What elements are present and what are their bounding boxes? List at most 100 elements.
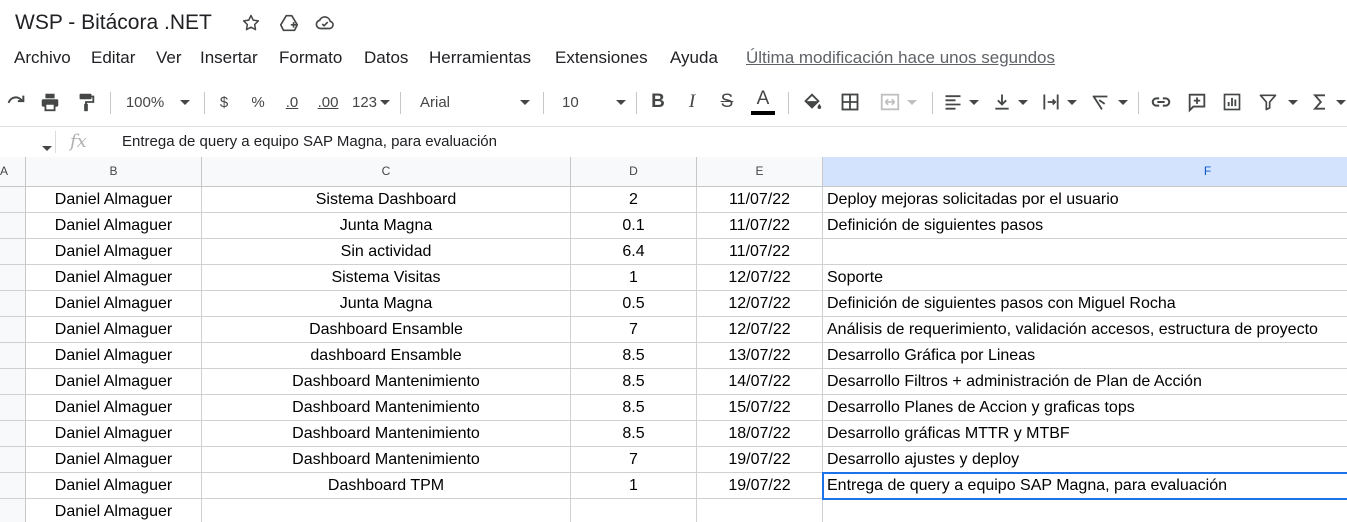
cell-e[interactable]: 19/07/22 bbox=[697, 473, 823, 499]
fill-color-icon[interactable] bbox=[798, 82, 826, 122]
vertical-align-icon[interactable] bbox=[990, 82, 1030, 122]
menu-extensiones[interactable]: Extensiones bbox=[555, 48, 648, 68]
cell-a[interactable] bbox=[0, 291, 26, 317]
cell-f[interactable] bbox=[823, 499, 1347, 522]
cell-c[interactable]: Junta Magna bbox=[202, 213, 571, 239]
cell-e[interactable]: 11/07/22 bbox=[697, 239, 823, 265]
cell-a[interactable] bbox=[0, 343, 26, 369]
zoom-select[interactable]: 100% bbox=[120, 82, 196, 122]
italic-button[interactable]: I bbox=[680, 82, 704, 122]
cell-c[interactable]: Sistema Dashboard bbox=[202, 187, 571, 213]
cell-d[interactable]: 1 bbox=[571, 265, 697, 291]
cell-b[interactable]: Daniel Almaguer bbox=[26, 343, 202, 369]
more-formats-button[interactable]: 123 bbox=[349, 82, 393, 122]
cell-a[interactable] bbox=[0, 187, 26, 213]
cell-c[interactable]: Dashboard Ensamble bbox=[202, 317, 571, 343]
cell-b[interactable]: Daniel Almaguer bbox=[26, 473, 202, 499]
cell-b[interactable]: Daniel Almaguer bbox=[26, 499, 202, 522]
font-family-select[interactable]: Arial bbox=[410, 82, 534, 122]
strikethrough-button[interactable]: S bbox=[714, 82, 740, 122]
menu-formato[interactable]: Formato bbox=[279, 48, 342, 68]
star-icon[interactable] bbox=[240, 12, 262, 34]
cloud-saved-icon[interactable] bbox=[314, 12, 336, 34]
cell-e[interactable] bbox=[697, 499, 823, 522]
cell-a[interactable] bbox=[0, 447, 26, 473]
cell-d[interactable]: 6.4 bbox=[571, 239, 697, 265]
cell-e[interactable]: 11/07/22 bbox=[697, 187, 823, 213]
cell-e[interactable]: 15/07/22 bbox=[697, 395, 823, 421]
cell-d[interactable]: 7 bbox=[571, 447, 697, 473]
cell-d[interactable]: 1 bbox=[571, 473, 697, 499]
cell-d[interactable]: 2 bbox=[571, 187, 697, 213]
move-to-drive-icon[interactable] bbox=[278, 12, 300, 34]
column-header-f[interactable]: F bbox=[823, 157, 1347, 186]
cell-b[interactable]: Daniel Almaguer bbox=[26, 187, 202, 213]
menu-herramientas[interactable]: Herramientas bbox=[429, 48, 531, 68]
formula-input[interactable]: Entrega de query a equipo SAP Magna, par… bbox=[122, 133, 497, 150]
cell-a[interactable] bbox=[0, 239, 26, 265]
increase-decimals-button[interactable]: .00 bbox=[313, 82, 343, 122]
borders-icon[interactable] bbox=[836, 82, 864, 122]
cell-b[interactable]: Daniel Almaguer bbox=[26, 447, 202, 473]
cell-b[interactable]: Daniel Almaguer bbox=[26, 317, 202, 343]
cell-d[interactable]: 8.5 bbox=[571, 369, 697, 395]
font-size-select[interactable]: 10 bbox=[552, 82, 628, 122]
redo-icon[interactable] bbox=[2, 82, 30, 122]
cell-e[interactable]: 14/07/22 bbox=[697, 369, 823, 395]
percent-format-button[interactable]: % bbox=[246, 82, 270, 122]
bold-button[interactable]: B bbox=[646, 82, 670, 122]
cell-b[interactable]: Daniel Almaguer bbox=[26, 265, 202, 291]
text-rotation-icon[interactable] bbox=[1088, 82, 1130, 122]
cell-c[interactable]: Dashboard Mantenimiento bbox=[202, 395, 571, 421]
cell-a[interactable] bbox=[0, 421, 26, 447]
cell-a[interactable] bbox=[0, 473, 26, 499]
cell-f[interactable]: Desarrollo Planes de Accion y graficas t… bbox=[823, 395, 1347, 421]
paint-format-icon[interactable] bbox=[72, 82, 100, 122]
cell-b[interactable]: Daniel Almaguer bbox=[26, 291, 202, 317]
cell-a[interactable] bbox=[0, 265, 26, 291]
cell-e[interactable]: 19/07/22 bbox=[697, 447, 823, 473]
cell-a[interactable] bbox=[0, 499, 26, 522]
cell-f[interactable] bbox=[823, 239, 1347, 265]
last-edit-link[interactable]: Última modificación hace unos segundos bbox=[746, 48, 1055, 68]
name-box-dropdown[interactable] bbox=[36, 138, 52, 156]
cell-d[interactable]: 8.5 bbox=[571, 421, 697, 447]
cell-d[interactable]: 8.5 bbox=[571, 343, 697, 369]
filter-icon[interactable] bbox=[1254, 82, 1302, 122]
cell-f[interactable]: Desarrollo gráficas MTTR y MTBF bbox=[823, 421, 1347, 447]
document-title[interactable]: WSP - Bitácora .NET bbox=[15, 11, 212, 35]
cell-f[interactable]: Desarrollo ajustes y deploy bbox=[823, 447, 1347, 473]
insert-link-icon[interactable] bbox=[1147, 82, 1175, 122]
column-header-b[interactable]: B bbox=[26, 157, 202, 186]
cell-c[interactable]: Dashboard TPM bbox=[202, 473, 571, 499]
cell-c[interactable]: Dashboard Mantenimiento bbox=[202, 369, 571, 395]
cell-d[interactable] bbox=[571, 499, 697, 522]
menu-archivo[interactable]: Archivo bbox=[14, 48, 71, 68]
cell-b[interactable]: Daniel Almaguer bbox=[26, 395, 202, 421]
cell-f[interactable]: Soporte bbox=[823, 265, 1347, 291]
cell-b[interactable]: Daniel Almaguer bbox=[26, 369, 202, 395]
cell-e[interactable]: 18/07/22 bbox=[697, 421, 823, 447]
cell-f[interactable]: Entrega de query a equipo SAP Magna, par… bbox=[823, 473, 1347, 499]
cell-d[interactable]: 0.5 bbox=[571, 291, 697, 317]
cell-b[interactable]: Daniel Almaguer bbox=[26, 213, 202, 239]
currency-format-button[interactable]: $ bbox=[212, 82, 236, 122]
cell-f[interactable]: Deploy mejoras solicitadas por el usuari… bbox=[823, 187, 1347, 213]
column-header-c[interactable]: C bbox=[202, 157, 571, 186]
menu-datos[interactable]: Datos bbox=[364, 48, 408, 68]
cell-a[interactable] bbox=[0, 395, 26, 421]
column-header-d[interactable]: D bbox=[571, 157, 697, 186]
print-icon[interactable] bbox=[36, 82, 64, 122]
cell-e[interactable]: 11/07/22 bbox=[697, 213, 823, 239]
menu-ver[interactable]: Ver bbox=[156, 48, 182, 68]
menu-editar[interactable]: Editar bbox=[91, 48, 135, 68]
cell-c[interactable]: Dashboard Mantenimiento bbox=[202, 447, 571, 473]
cell-e[interactable]: 12/07/22 bbox=[697, 265, 823, 291]
cell-c[interactable]: Sistema Visitas bbox=[202, 265, 571, 291]
cell-a[interactable] bbox=[0, 317, 26, 343]
cell-d[interactable]: 7 bbox=[571, 317, 697, 343]
cell-f[interactable]: Análisis de requerimiento, validación ac… bbox=[823, 317, 1347, 343]
merge-cells-icon[interactable] bbox=[872, 82, 924, 122]
cell-e[interactable]: 13/07/22 bbox=[697, 343, 823, 369]
insert-comment-icon[interactable] bbox=[1183, 82, 1211, 122]
